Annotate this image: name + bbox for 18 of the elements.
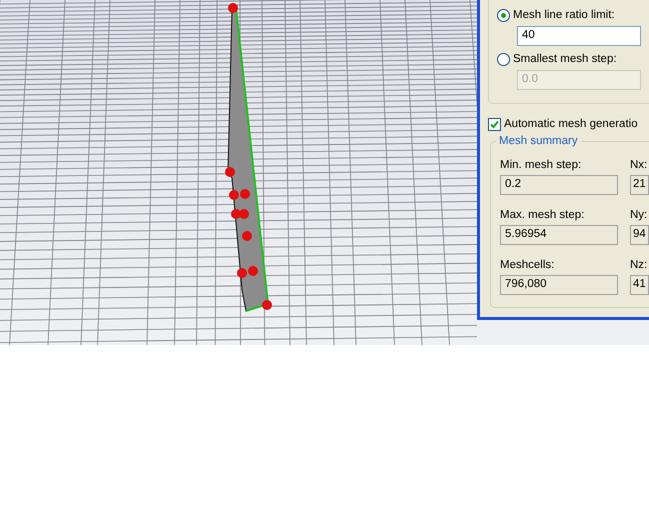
checkbox-label: Automatic mesh generatio [504, 117, 638, 131]
field-label: Nx: [630, 158, 648, 172]
field-label: Ny: [630, 208, 648, 222]
field-label: Min. mesh step: [500, 158, 582, 172]
field-label: Nz: [630, 258, 648, 272]
option-label: Smallest mesh step: [513, 52, 617, 66]
readonly-field: 94 [630, 225, 649, 245]
readonly-field: 796,080 [500, 275, 618, 295]
readonly-field: 5.96954 [500, 225, 618, 245]
option-label: Mesh line ratio limit: [513, 8, 615, 22]
readonly-field: 21 [630, 175, 649, 195]
radio-button[interactable] [497, 8, 510, 22]
readonly-field: 0.2 [500, 175, 618, 195]
checkbox[interactable] [488, 118, 501, 130]
field-label: Max. mesh step: [500, 208, 586, 222]
input-field[interactable]: 40 [517, 26, 641, 46]
readonly-field: 41 [630, 275, 649, 295]
field-label: Meshcells: [500, 258, 556, 272]
